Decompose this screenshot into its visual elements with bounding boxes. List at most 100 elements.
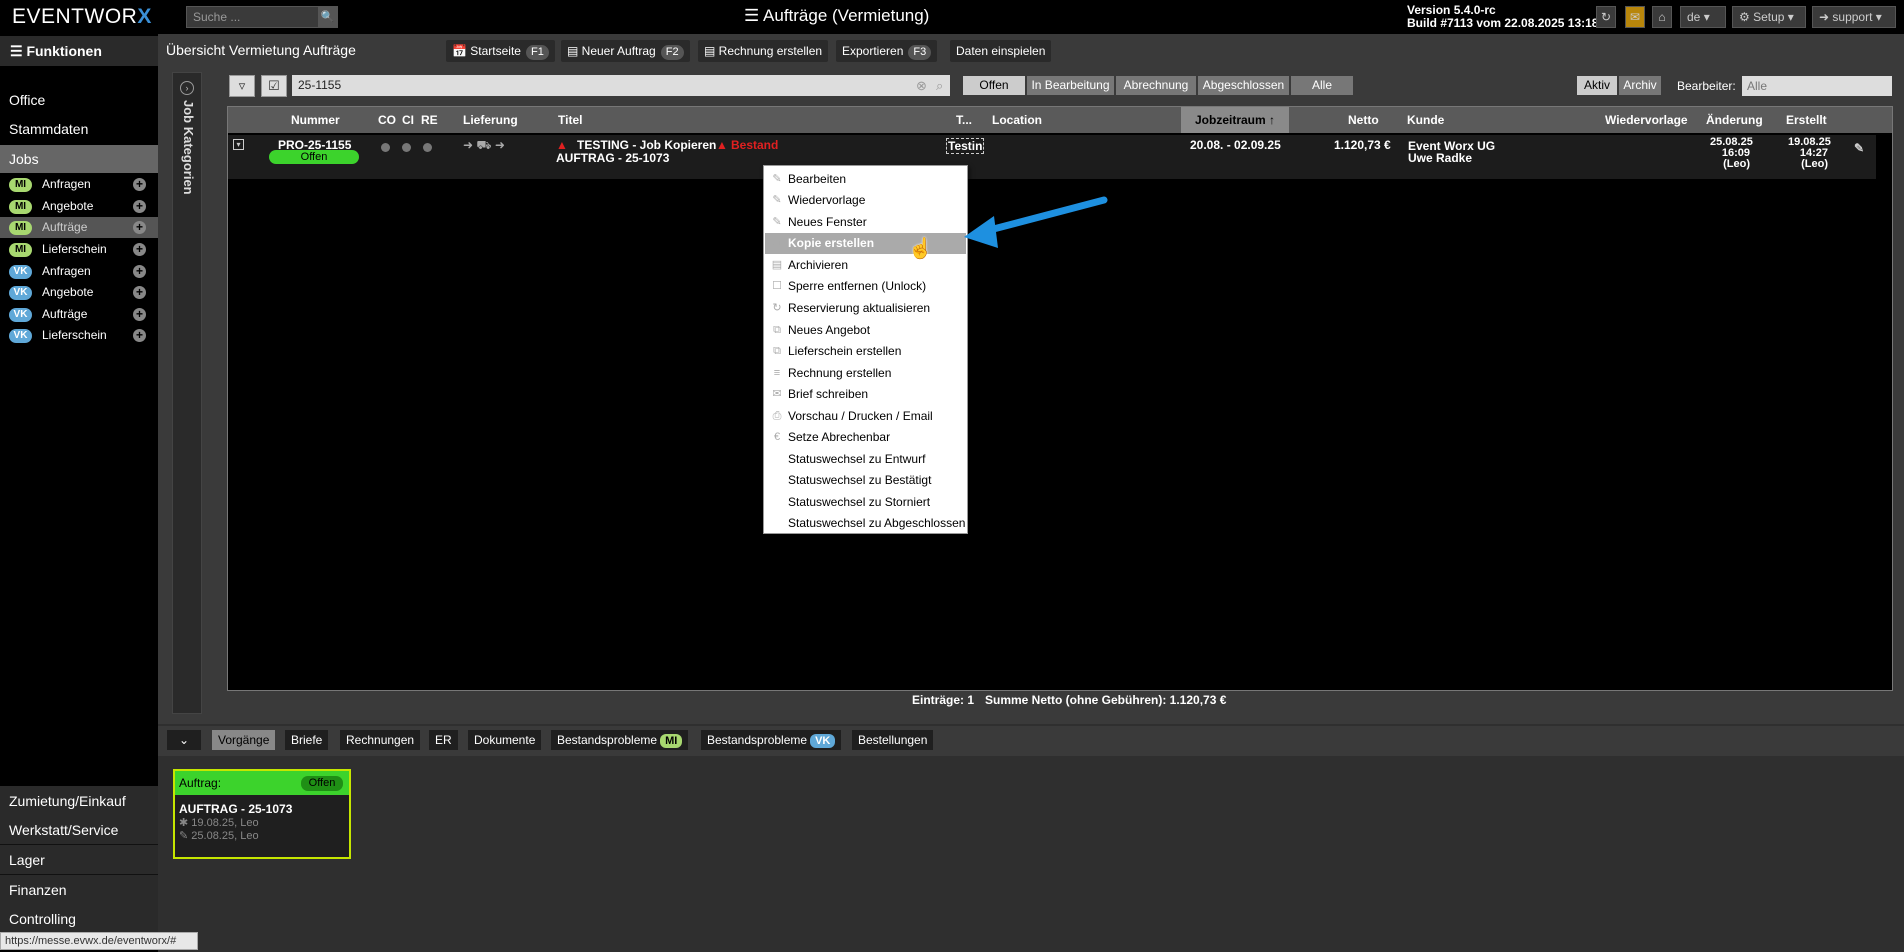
col-co[interactable]: CO xyxy=(378,107,396,133)
col-wiedervorlage[interactable]: Wiedervorlage xyxy=(1605,107,1688,133)
plus-icon[interactable]: + xyxy=(133,200,146,213)
menu-rechnung-erstellen[interactable]: ≡ Rechnung erstellen xyxy=(765,363,966,384)
refresh-icon[interactable]: ↻ xyxy=(1596,6,1616,28)
plus-icon[interactable]: + xyxy=(133,286,146,299)
tab-dokumente[interactable]: Dokumente xyxy=(468,730,542,750)
table-header: Nummer CO CI RE Lieferung Titel T... Loc… xyxy=(228,107,1892,133)
menu-neues-fenster[interactable]: ✎ Neues Fenster xyxy=(765,212,966,233)
menu-sperre-entfernen[interactable]: ☐ Sperre entfernen (Unlock) xyxy=(765,276,966,297)
sidebar-item-vk-auftraege[interactable]: VK Aufträge + xyxy=(0,304,158,325)
col-netto[interactable]: Netto xyxy=(1348,107,1379,133)
startseite-button[interactable]: 📅 Startseite F1 xyxy=(446,40,555,62)
col-ci[interactable]: CI xyxy=(402,107,414,133)
nav-jobs[interactable]: Jobs xyxy=(0,145,158,173)
filter-icon[interactable]: ▿ xyxy=(229,75,255,97)
filter-input[interactable]: 25-1155 xyxy=(292,75,950,96)
app-title: ☰ Aufträge (Vermietung) xyxy=(744,6,930,25)
segment-abgeschlossen[interactable]: Abgeschlossen xyxy=(1198,76,1289,95)
menu-neues-angebot[interactable]: ⧉ Neues Angebot xyxy=(765,320,966,341)
nav-lager[interactable]: Lager xyxy=(0,845,158,875)
sidebar-item-mi-anfragen[interactable]: MI Anfragen + xyxy=(0,174,158,195)
tab-rechnungen[interactable]: Rechnungen xyxy=(340,730,421,750)
nav-werkstatt[interactable]: Werkstatt/Service xyxy=(0,815,158,845)
menu-reservierung-aktualisieren[interactable]: ↻ Reservierung aktualisieren xyxy=(765,298,966,319)
plus-icon[interactable]: + xyxy=(133,243,146,256)
functions-menu[interactable]: ☰ Funktionen xyxy=(0,36,158,66)
menu-bearbeiten[interactable]: ✎ Bearbeiten xyxy=(765,169,966,190)
mail-icon[interactable]: ✉ xyxy=(1625,6,1645,28)
chevron-right-icon[interactable]: › xyxy=(180,81,194,95)
checkbox-icon[interactable]: ☑ xyxy=(261,75,287,97)
tab-er[interactable]: ER xyxy=(429,730,458,750)
collapse-icon[interactable]: ⌄ xyxy=(167,730,201,750)
sidebar-item-vk-anfragen[interactable]: VK Anfragen + xyxy=(0,261,158,282)
plus-icon[interactable]: + xyxy=(133,308,146,321)
exportieren-button[interactable]: Exportieren F3 xyxy=(836,40,938,62)
segment-alle[interactable]: Alle xyxy=(1291,76,1353,95)
menu-wiedervorlage[interactable]: ✎ Wiedervorlage xyxy=(765,190,966,211)
tab-briefe[interactable]: Briefe xyxy=(285,730,329,750)
menu-brief-schreiben[interactable]: ✉ Brief schreiben xyxy=(765,384,966,405)
menu-status-storniert[interactable]: Statuswechsel zu Storniert xyxy=(765,492,966,513)
edit-icon[interactable]: ✎ xyxy=(1854,141,1864,155)
app-logo[interactable]: EVENTWORX xyxy=(12,5,152,29)
daten-einspielen-button[interactable]: Daten einspielen xyxy=(950,40,1052,62)
col-re[interactable]: RE xyxy=(421,107,438,133)
plus-icon[interactable]: + xyxy=(133,265,146,278)
search-icon[interactable]: ⌕ xyxy=(936,78,943,94)
col-kunde[interactable]: Kunde xyxy=(1407,107,1444,133)
search-input[interactable]: Suche ... xyxy=(186,6,338,28)
menu-archivieren[interactable]: ▤ Archivieren xyxy=(765,255,966,276)
neuer-auftrag-button[interactable]: ▤ Neuer Auftrag F2 xyxy=(561,40,690,62)
col-erstellt[interactable]: Erstellt xyxy=(1786,107,1827,133)
bearbeiter-select[interactable]: Alle xyxy=(1742,76,1892,96)
rechnung-erstellen-button[interactable]: ▤ Rechnung erstellen xyxy=(698,40,829,62)
col-t[interactable]: T... xyxy=(956,107,972,133)
menu-status-bestaetigt[interactable]: Statuswechsel zu Bestätigt xyxy=(765,470,966,491)
language-select[interactable]: de ▾ xyxy=(1680,6,1726,28)
sidebar-item-mi-auftraege[interactable]: MI Aufträge + xyxy=(0,217,158,238)
nav-stammdaten[interactable]: Stammdaten xyxy=(0,115,158,143)
archiv-toggle[interactable]: Archiv xyxy=(1619,76,1661,95)
col-lieferung[interactable]: Lieferung xyxy=(463,107,518,133)
sidebar-item-mi-lieferschein[interactable]: MI Lieferschein + xyxy=(0,239,158,260)
menu-status-entwurf[interactable]: Statuswechsel zu Entwurf xyxy=(765,449,966,470)
new-doc-icon: ▤ xyxy=(567,44,582,58)
user-menu[interactable]: ➜ support ▾ xyxy=(1812,6,1896,28)
col-location[interactable]: Location xyxy=(992,107,1042,133)
plus-icon[interactable]: + xyxy=(133,178,146,191)
expand-icon[interactable]: ▾ xyxy=(233,139,244,150)
nav-zumietung[interactable]: Zumietung/Einkauf xyxy=(0,786,158,816)
setup-menu[interactable]: ⚙ Setup ▾ xyxy=(1732,6,1806,28)
menu-setze-abrechenbar[interactable]: € Setze Abrechenbar xyxy=(765,427,966,448)
plus-icon[interactable]: + xyxy=(133,329,146,342)
col-aenderung[interactable]: Änderung xyxy=(1706,107,1763,133)
clear-icon[interactable]: ⊗ xyxy=(916,78,927,94)
segment-offen[interactable]: Offen xyxy=(963,76,1025,95)
tab-bestandsprobleme-mi[interactable]: Bestandsprobleme MI xyxy=(551,730,689,750)
tab-vorgaenge[interactable]: Vorgänge xyxy=(212,730,276,750)
sidebar-item-vk-angebote[interactable]: VK Angebote + xyxy=(0,282,158,303)
sidebar-item-vk-lieferschein[interactable]: VK Lieferschein + xyxy=(0,325,158,346)
nav-office[interactable]: Office xyxy=(0,86,158,114)
segment-abrechnung[interactable]: Abrechnung xyxy=(1116,76,1196,95)
col-nummer[interactable]: Nummer xyxy=(291,107,340,133)
menu-kopie-erstellen[interactable]: ⧉ Kopie erstellen xyxy=(765,233,966,254)
col-jobzeitraum[interactable]: Jobzeitraum ↑ xyxy=(1181,107,1289,133)
aktiv-toggle[interactable]: Aktiv xyxy=(1577,76,1617,95)
menu-vorschau-drucken[interactable]: ⎙ Vorschau / Drucken / Email xyxy=(765,406,966,427)
tab-bestellungen[interactable]: Bestellungen xyxy=(852,730,934,750)
home-icon[interactable]: ⌂ xyxy=(1652,6,1672,28)
tab-bestandsprobleme-vk[interactable]: Bestandsprobleme VK xyxy=(701,730,842,750)
menu-lieferschein-erstellen[interactable]: ⧉ Lieferschein erstellen xyxy=(765,341,966,362)
search-icon[interactable]: 🔍 xyxy=(318,7,337,27)
col-titel[interactable]: Titel xyxy=(558,107,582,133)
nav-finanzen[interactable]: Finanzen xyxy=(0,875,158,905)
table-row[interactable]: ▾ PRO-25-1155 Offen ➜ ⛟ ➜ ▲ TESTING - Jo… xyxy=(228,135,1876,179)
sidebar-item-mi-angebote[interactable]: MI Angebote + xyxy=(0,196,158,217)
plus-icon[interactable]: + xyxy=(133,221,146,234)
segment-in-bearbeitung[interactable]: In Bearbeitung xyxy=(1027,76,1114,95)
nav-controlling[interactable]: Controlling xyxy=(0,904,158,934)
vorgang-card[interactable]: Auftrag: Offen AUFTRAG - 25-1073 ✱ 19.08… xyxy=(173,769,351,859)
menu-status-abgeschlossen[interactable]: Statuswechsel zu Abgeschlossen xyxy=(765,513,966,534)
